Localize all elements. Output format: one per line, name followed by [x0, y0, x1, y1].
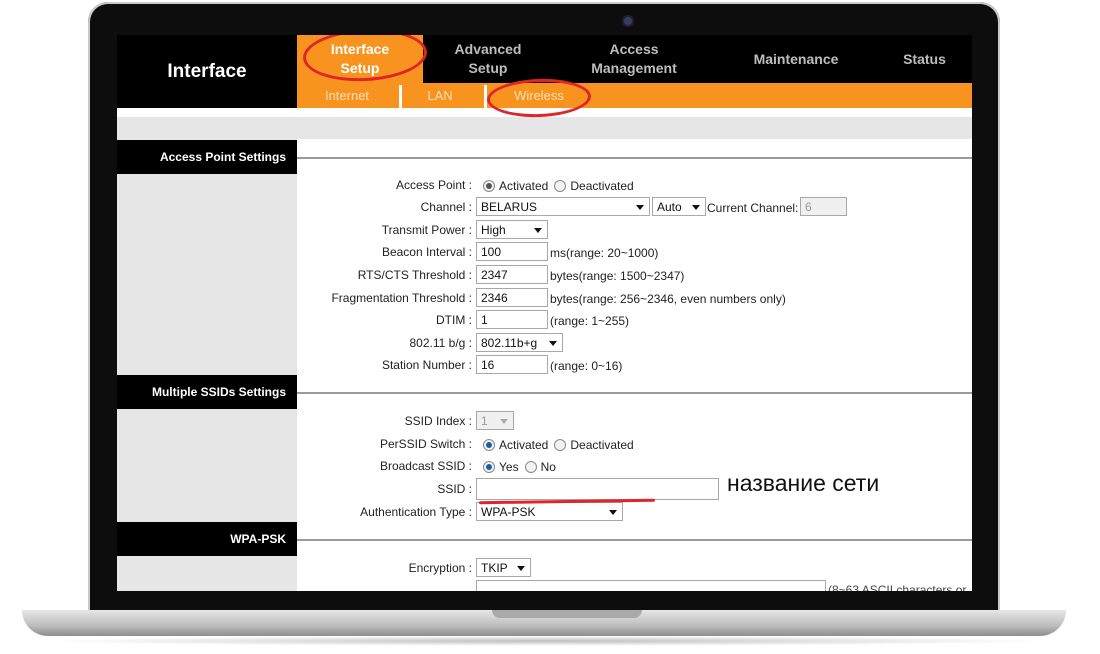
access-point-radio-group: Activated Deactivated: [483, 179, 634, 193]
dtim-input[interactable]: 1: [476, 310, 548, 329]
wireless-mode-select[interactable]: 802.11b+g: [476, 333, 563, 352]
section-divider: [297, 539, 972, 541]
section-multiple-ssids-settings: Multiple SSIDs Settings: [117, 375, 297, 409]
transmit-power-select[interactable]: High: [476, 220, 548, 239]
current-channel-field: 6: [800, 197, 847, 216]
fragmentation-threshold-input[interactable]: 2346: [476, 288, 548, 307]
beacon-interval-input[interactable]: 100: [476, 242, 548, 261]
section-access-point-settings: Access Point Settings: [117, 140, 297, 174]
beacon-interval-range: ms(range: 20~1000): [550, 246, 659, 260]
station-number-input[interactable]: 16: [476, 355, 548, 374]
access-point-deactivated-radio[interactable]: [554, 180, 567, 192]
encryption-label: Encryption :: [408, 561, 472, 575]
station-number-range: (range: 0~16): [550, 359, 623, 373]
ssid-index-label: SSID Index :: [404, 414, 472, 428]
laptop-notch: [492, 610, 642, 618]
section-divider: [297, 392, 972, 394]
laptop-base: [22, 610, 1066, 636]
section-divider: [297, 157, 972, 159]
channel-mode-select[interactable]: Auto: [652, 197, 706, 216]
activated-label: Activated: [499, 179, 549, 193]
channel-select[interactable]: BELARUS: [476, 197, 650, 216]
broadcast-no-radio[interactable]: [524, 461, 537, 473]
broadcast-yes-radio[interactable]: [483, 461, 495, 473]
rts-cts-threshold-input[interactable]: 2347: [476, 265, 548, 284]
perssid-switch-label: PerSSID Switch :: [379, 437, 472, 451]
tab-maintenance[interactable]: Maintenance: [715, 35, 877, 83]
perssid-activated-radio[interactable]: [483, 439, 495, 451]
broadcast-ssid-radio-group: Yes No: [483, 460, 556, 474]
authentication-type-label: Authentication Type :: [360, 505, 472, 519]
tab-label-line2: Setup: [468, 60, 508, 76]
beacon-interval-label: Beacon Interval :: [381, 245, 472, 259]
activated-label: Activated: [499, 438, 549, 452]
content-top-bar: [117, 117, 972, 139]
tab-label-line1: Status: [903, 50, 946, 67]
brand-title: Interface: [167, 60, 247, 82]
key-length-hint: (8~63 ASCII characters or: [828, 583, 967, 591]
fragmentation-threshold-range: bytes(range: 256~2346, even numbers only…: [550, 292, 786, 306]
access-point-label: Access Point :: [395, 178, 472, 192]
channel-label: Channel :: [420, 200, 472, 214]
access-point-activated-radio[interactable]: [483, 180, 495, 192]
pre-shared-key-input[interactable]: [476, 580, 826, 591]
tab-label-line1: Advanced: [454, 41, 522, 57]
rts-cts-threshold-label: RTS/CTS Threshold :: [357, 268, 472, 282]
subtab-internet[interactable]: Internet: [307, 83, 387, 108]
tab-label-line1: Maintenance: [753, 50, 839, 67]
laptop-shadow: [40, 636, 1050, 646]
deactivated-label: Deactivated: [570, 179, 634, 193]
dtim-label: DTIM :: [436, 313, 472, 327]
transmit-power-label: Transmit Power :: [381, 223, 472, 237]
yes-label: Yes: [499, 460, 519, 474]
ssid-input[interactable]: [476, 478, 719, 500]
fragmentation-threshold-label: Fragmentation Threshold :: [331, 291, 472, 305]
no-label: No: [540, 460, 556, 474]
tab-label-line1: Access: [609, 41, 659, 57]
deactivated-label: Deactivated: [570, 438, 634, 452]
tab-label-line2: Management: [591, 60, 677, 76]
current-channel-label: Current Channel:: [707, 201, 799, 215]
perssid-deactivated-radio[interactable]: [554, 439, 567, 451]
perssid-radio-group: Activated Deactivated: [483, 438, 634, 452]
ssid-index-select[interactable]: 1: [476, 411, 514, 430]
station-number-label: Station Number :: [381, 358, 472, 372]
router-admin-screen: Interface Interface Setup Advanced Setup A…: [117, 35, 972, 591]
tab-advanced-setup[interactable]: Advanced Setup: [423, 35, 553, 83]
rts-cts-threshold-range: bytes(range: 1500~2347): [550, 269, 685, 283]
tab-status[interactable]: Status: [877, 35, 972, 83]
wireless-mode-label: 802.11 b/g :: [409, 336, 473, 350]
authentication-type-select[interactable]: WPA-PSK: [476, 502, 623, 521]
section-wpa-psk: WPA-PSK: [117, 522, 297, 556]
subtab-lan[interactable]: LAN: [405, 83, 475, 108]
webcam-icon: [624, 17, 632, 25]
ssid-annotation: название сети: [727, 470, 880, 496]
tab-access-management[interactable]: Access Management: [553, 35, 715, 83]
dtim-range: (range: 1~255): [550, 314, 630, 328]
subtab-divider: [399, 85, 402, 108]
broadcast-ssid-label: Broadcast SSID :: [379, 459, 472, 473]
encryption-select[interactable]: TKIP: [476, 558, 531, 577]
ssid-label: SSID :: [437, 482, 472, 496]
